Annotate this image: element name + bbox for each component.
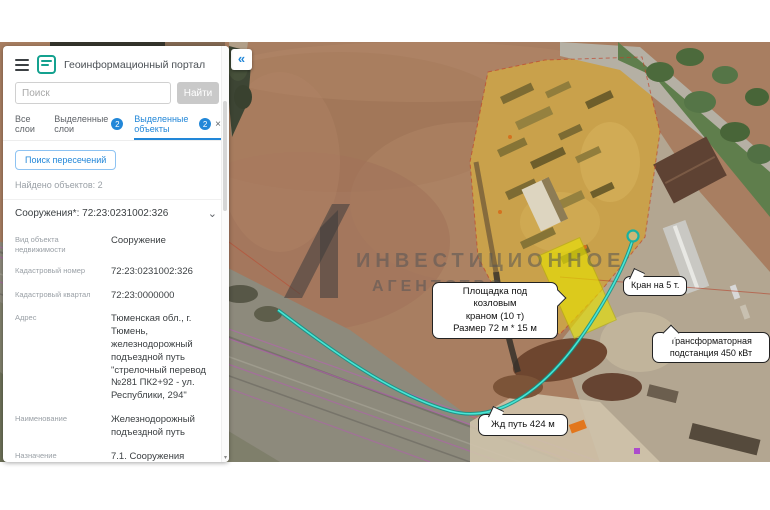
detail-value: 72:23:0231002:326 [111,266,217,279]
menu-icon[interactable] [15,59,29,71]
panel-scrollbar[interactable]: ▾ [221,46,229,462]
detail-label: Кадастровый номер [15,266,101,279]
detail-value: Тюменская обл., г. Тюмень, железнодорожн… [111,313,217,403]
tab-selected-layers[interactable]: Выделенные слои 2 [54,114,123,140]
callout-line: Трансформаторная [660,336,762,348]
callout-text: Жд путь 424 м [491,419,555,430]
search-button[interactable]: Найти [177,82,219,104]
detail-value: 7.1. Сооружения железнодорожного транспо… [111,451,217,462]
detail-row: Назначение 7.1. Сооружения железнодорожно… [15,445,217,462]
callout-crane-5t: Кран на 5 т. [623,276,687,296]
detail-label: Адрес [15,313,101,403]
callout-line: краном (10 т) [440,311,550,323]
collapse-panel-button[interactable]: « [231,49,252,70]
detail-label: Кадастровый квартал [15,290,101,303]
detail-label: Назначение [15,451,101,462]
selected-layers-badge: 2 [111,118,123,130]
selected-objects-badge: 2 [199,118,211,130]
app-window: ИНВЕСТИЦИОННОЕ АГЕНТСТВО Площадка под ко… [0,0,770,510]
tab-all-layers[interactable]: Все слои [15,114,43,140]
tab-selected-objects[interactable]: Выделенные объекты 2 × [134,114,221,140]
detail-row: АдресТюменская обл., г. Тюмень, железнод… [15,308,217,409]
detail-label: Наименование [15,414,101,440]
scroll-down-icon[interactable]: ▾ [222,454,229,461]
detail-value: 72:23:0000000 [111,290,217,303]
callout-transformer: Трансформаторная подстанция 450 кВт [652,332,770,363]
detail-row: Наименование Железнодорожный подъездной п… [15,409,217,446]
scrollbar-thumb[interactable] [223,101,227,211]
detail-value: Сооружение [111,235,217,255]
detail-row: Кадастровый номер 72:23:0231002:326 [15,260,217,284]
callout-line: Размер 72 м * 15 м [440,323,550,335]
detail-value: Железнодорожный подъездной путь [111,414,217,440]
objects-found-text: Найдено объектов: 2 [15,180,217,190]
portal-logo-icon [37,55,56,74]
detail-row: Вид объекта недвижимости Сооружение [15,229,217,260]
sidebar-panel: Геоинформационный портал Найти Все слои … [3,46,229,462]
callout-rail-path: Жд путь 424 м [478,414,568,436]
callout-line: подстанция 450 кВт [660,348,762,360]
object-group-header[interactable]: Сооружения*: 72:23:0231002:326 ⌄ [3,199,229,227]
search-input[interactable] [15,82,171,104]
search-bar: Найти [3,80,229,104]
chevron-down-icon[interactable]: ⌄ [208,210,217,218]
callout-crane-area: Площадка под козловым краном (10 т) Разм… [432,282,558,339]
route-end-marker [628,231,639,242]
object-details: Вид объекта недвижимости Сооружение Кадас… [3,227,229,462]
tab-selected-layers-label: Выделенные слои [54,114,108,134]
detail-label: Вид объекта недвижимости [15,235,101,255]
panel-header: Геоинформационный портал [3,46,229,80]
object-group-title: Сооружения*: 72:23:0231002:326 [15,208,168,219]
callout-line: Площадка под козловым [440,286,550,311]
tab-selected-objects-label: Выделенные объекты [134,114,196,134]
app-title: Геоинформационный портал [64,59,205,71]
intersection-search-button[interactable]: Поиск пересечений [15,150,116,170]
detail-row: Кадастровый квартал 72:23:0000000 [15,284,217,308]
layer-tabs: Все слои Выделенные слои 2 Выделенные об… [3,104,229,141]
